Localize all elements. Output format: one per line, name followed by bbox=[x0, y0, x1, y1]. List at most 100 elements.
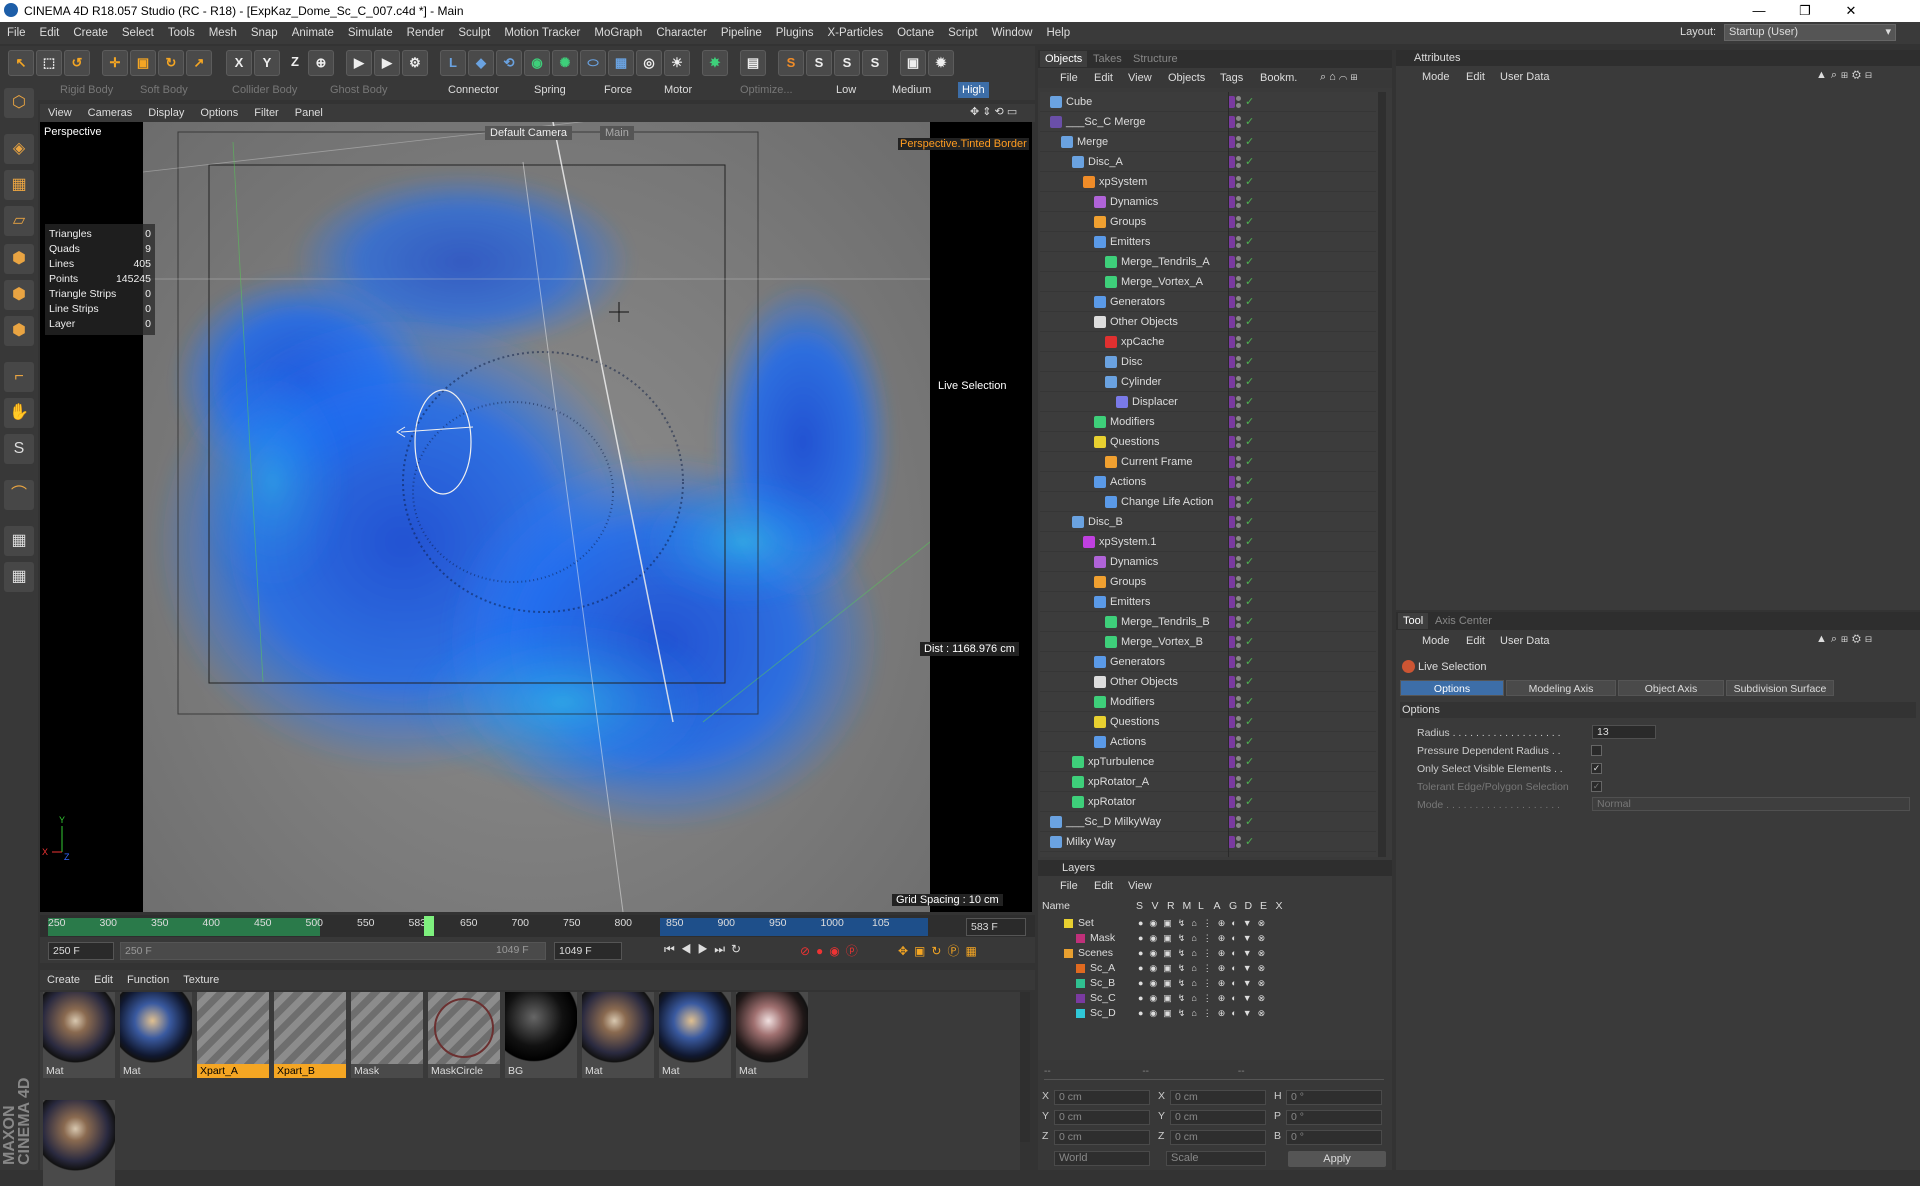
object-row[interactable]: Disc_B ✓ bbox=[1040, 512, 1376, 532]
tool-menu-mode[interactable]: Mode bbox=[1422, 635, 1450, 647]
object-row[interactable]: Questions ✓ bbox=[1040, 712, 1376, 732]
object-row[interactable]: Questions ✓ bbox=[1040, 432, 1376, 452]
menu-mograph[interactable]: MoGraph bbox=[587, 27, 649, 39]
menu-select[interactable]: Select bbox=[115, 27, 161, 39]
object-row[interactable]: Merge_Tendrils_A ✓ bbox=[1040, 252, 1376, 272]
editor-visibility-dot[interactable] bbox=[1236, 836, 1241, 841]
enabled-check-icon[interactable]: ✓ bbox=[1245, 736, 1257, 748]
s-plugin-three-icon[interactable]: S bbox=[834, 50, 860, 76]
tolerant-selection-checkbox[interactable]: ✓ bbox=[1591, 781, 1602, 792]
polygons-mode-icon[interactable]: ⬢ bbox=[4, 316, 34, 346]
editor-visibility-dot[interactable] bbox=[1236, 356, 1241, 361]
editor-visibility-dot[interactable] bbox=[1236, 736, 1241, 741]
layout-dropdown[interactable]: Startup (User) ▾ bbox=[1724, 24, 1896, 41]
minimize-icon[interactable]: — bbox=[1736, 0, 1782, 22]
workplane-icon[interactable]: ▱ bbox=[4, 206, 34, 236]
selection-dropdown-icon[interactable]: ⬚ bbox=[36, 50, 62, 76]
visibility-dots-icon[interactable] bbox=[1236, 656, 1242, 668]
render-visibility-dot[interactable] bbox=[1236, 323, 1241, 328]
cube-icon[interactable]: ◆ bbox=[468, 50, 494, 76]
objects-menu-bookm[interactable]: Bookm. bbox=[1260, 72, 1297, 84]
render-visibility-dot[interactable] bbox=[1236, 523, 1241, 528]
subtab-object-axis[interactable]: Object Axis bbox=[1618, 680, 1724, 696]
visibility-dots-icon[interactable] bbox=[1236, 336, 1242, 348]
tab-tool[interactable]: Tool bbox=[1398, 613, 1429, 629]
visibility-dots-icon[interactable] bbox=[1236, 556, 1242, 568]
editor-visibility-dot[interactable] bbox=[1236, 756, 1241, 761]
visibility-dots-icon[interactable] bbox=[1236, 536, 1242, 548]
coordinate-a-field[interactable]: 0 cm bbox=[1054, 1090, 1150, 1105]
s-plugin-four-icon[interactable]: S bbox=[862, 50, 888, 76]
grid-lock-icon[interactable]: ▦ bbox=[4, 562, 34, 592]
enabled-check-icon[interactable]: ✓ bbox=[1245, 776, 1257, 788]
connector-button[interactable]: Connector bbox=[444, 82, 503, 98]
render-visibility-dot[interactable] bbox=[1236, 283, 1241, 288]
visibility-dots-icon[interactable] bbox=[1236, 396, 1242, 408]
editor-visibility-dot[interactable] bbox=[1236, 176, 1241, 181]
visibility-dots-icon[interactable] bbox=[1236, 436, 1242, 448]
menu-simulate[interactable]: Simulate bbox=[341, 27, 400, 39]
viewport-nav-icons[interactable]: ✥ ⇕ ⟲ ▭ bbox=[970, 105, 1017, 118]
editor-visibility-dot[interactable] bbox=[1236, 616, 1241, 621]
z-axis-lock-icon[interactable]: Z bbox=[282, 50, 308, 76]
soft-body-button[interactable]: Soft Body bbox=[136, 82, 192, 98]
layer-row[interactable]: Scenes ●◉▣↯⌂⋮⊕◐▼⊗ bbox=[1042, 946, 1388, 961]
visibility-dots-icon[interactable] bbox=[1236, 676, 1242, 688]
render-visibility-dot[interactable] bbox=[1236, 183, 1241, 188]
render-visibility-dot[interactable] bbox=[1236, 803, 1241, 808]
coordinate-c-field[interactable]: 0 ° bbox=[1286, 1130, 1382, 1145]
octane-live-viewer-icon[interactable]: ▣ bbox=[900, 50, 926, 76]
render-visibility-dot[interactable] bbox=[1236, 743, 1241, 748]
object-row[interactable]: Merge_Vortex_A ✓ bbox=[1040, 272, 1376, 292]
editor-visibility-dot[interactable] bbox=[1236, 656, 1241, 661]
layer-row[interactable]: Sc_B ●◉▣↯⌂⋮⊕◐▼⊗ bbox=[1042, 976, 1388, 991]
menu-motion-tracker[interactable]: Motion Tracker bbox=[497, 27, 587, 39]
radius-field[interactable]: 13 bbox=[1592, 725, 1656, 739]
enabled-check-icon[interactable]: ✓ bbox=[1245, 476, 1257, 488]
object-row[interactable]: Emitters ✓ bbox=[1040, 232, 1376, 252]
visibility-dots-icon[interactable] bbox=[1236, 456, 1242, 468]
floor-icon[interactable]: ▦ bbox=[608, 50, 634, 76]
editor-visibility-dot[interactable] bbox=[1236, 396, 1241, 401]
motor-button[interactable]: Motor bbox=[660, 82, 696, 98]
coordinate-system-icon[interactable]: ⊕ bbox=[308, 50, 334, 76]
material-scrollbar[interactable] bbox=[1020, 992, 1030, 1142]
s-plugin-two-icon[interactable]: S bbox=[806, 50, 832, 76]
menu-x-particles[interactable]: X-Particles bbox=[820, 27, 890, 39]
object-row[interactable]: xpSystem ✓ bbox=[1040, 172, 1376, 192]
medium-quality-button[interactable]: Medium bbox=[888, 82, 935, 98]
object-row[interactable]: Cube ✓ bbox=[1040, 92, 1376, 112]
viewport-menu-display[interactable]: Display bbox=[140, 107, 192, 119]
tool-menu-user-data[interactable]: User Data bbox=[1500, 635, 1550, 647]
editor-visibility-dot[interactable] bbox=[1236, 596, 1241, 601]
rotate-tool-icon[interactable]: ↻ bbox=[158, 50, 184, 76]
material-swatch[interactable]: MaskCircle bbox=[428, 992, 500, 1078]
s-plugin-icon[interactable]: S bbox=[778, 50, 804, 76]
enabled-check-icon[interactable]: ✓ bbox=[1245, 496, 1257, 508]
render-visibility-dot[interactable] bbox=[1236, 103, 1241, 108]
edges-mode-icon[interactable]: ⬢ bbox=[4, 280, 34, 310]
render-visibility-dot[interactable] bbox=[1236, 843, 1241, 848]
render-visibility-dot[interactable] bbox=[1236, 463, 1241, 468]
editor-visibility-dot[interactable] bbox=[1236, 476, 1241, 481]
rigid-body-button[interactable]: Rigid Body bbox=[56, 82, 117, 98]
layer-row[interactable]: Sc_A ●◉▣↯⌂⋮⊕◐▼⊗ bbox=[1042, 961, 1388, 976]
y-axis-lock-icon[interactable]: Y bbox=[254, 50, 280, 76]
coordinate-c-field[interactable]: 0 ° bbox=[1286, 1090, 1382, 1105]
visibility-dots-icon[interactable] bbox=[1236, 176, 1242, 188]
visibility-dots-icon[interactable] bbox=[1236, 476, 1242, 488]
objects-menu-objects[interactable]: Objects bbox=[1168, 72, 1205, 84]
menu-script[interactable]: Script bbox=[941, 27, 984, 39]
enabled-check-icon[interactable]: ✓ bbox=[1245, 416, 1257, 428]
object-row[interactable]: xpCache ✓ bbox=[1040, 332, 1376, 352]
menu-tools[interactable]: Tools bbox=[161, 27, 202, 39]
visibility-dots-icon[interactable] bbox=[1236, 356, 1242, 368]
xparticles-icon[interactable]: ✸ bbox=[702, 50, 728, 76]
visibility-dots-icon[interactable] bbox=[1236, 296, 1242, 308]
render-picture-viewer-icon[interactable]: ▶ bbox=[374, 50, 400, 76]
coordinate-b-field[interactable]: 0 cm bbox=[1170, 1090, 1266, 1105]
viewport-menu-filter[interactable]: Filter bbox=[246, 107, 286, 119]
menu-character[interactable]: Character bbox=[649, 27, 714, 39]
object-tree-splitter[interactable] bbox=[1228, 92, 1229, 857]
viewport-menu-cameras[interactable]: Cameras bbox=[80, 107, 141, 119]
